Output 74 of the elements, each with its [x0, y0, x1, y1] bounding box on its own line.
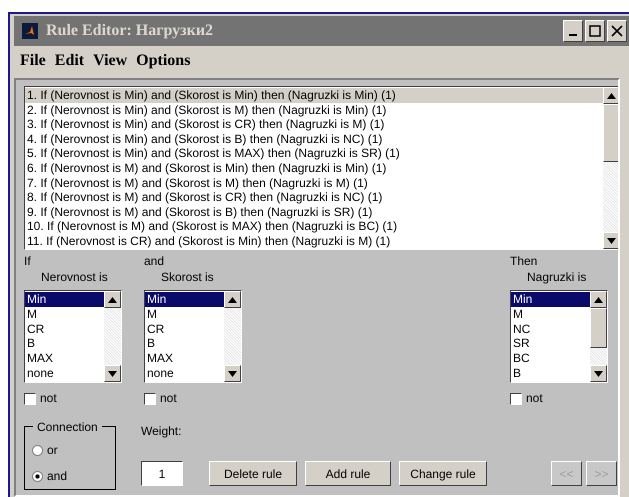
radio-button[interactable]: [32, 444, 43, 456]
list-option[interactable]: MAX: [25, 351, 104, 366]
radio-button[interactable]: [32, 470, 43, 482]
weight-label: Weight:: [141, 423, 182, 440]
list-option[interactable]: Min: [145, 292, 224, 307]
up-arrow-icon: [594, 296, 603, 302]
list-option[interactable]: M: [25, 306, 104, 322]
checkbox-label: not: [40, 391, 57, 406]
variable-label: Nerovnost is: [40, 270, 109, 285]
list-option[interactable]: Min: [511, 292, 590, 307]
rule-row[interactable]: 6. If (Nerovnost is M) and (Skorost is Min) then (Nagruzki is Min) (1): [25, 160, 603, 176]
radio-label: and: [47, 468, 68, 485]
menu-item[interactable]: File: [20, 52, 46, 70]
down-arrow-icon: [607, 238, 616, 244]
menu-item[interactable]: Options: [136, 52, 190, 70]
rule-row[interactable]: 11. If (Nerovnost is CR) and (Skorost is Min) then (Nagruzki is M) (1): [25, 234, 603, 249]
down-arrow-icon: [228, 370, 237, 376]
rule-row[interactable]: 7. If (Nerovnost is M) and (Skorost is M) then (Nagruzki is M) (1): [25, 176, 603, 190]
variable-label: Skorost is: [160, 270, 215, 285]
rule-row[interactable]: 9. If (Nerovnost is M) and (Skorost is B) then (Nagruzki is SR) (1): [25, 204, 603, 220]
maximize-button[interactable]: [585, 20, 605, 42]
rule-row[interactable]: 4. If (Nerovnost is Min) and (Skorost is B) then (Nagruzki is NC) (1): [25, 132, 603, 146]
checkbox-label: not: [160, 391, 177, 406]
list-option[interactable]: CR: [145, 322, 224, 336]
rule-row[interactable]: 10. If (Nerovnost is M) and (Skorost is MAX) then (Nagruzki is BC) (1): [25, 219, 603, 234]
connector-label: If: [24, 254, 32, 269]
window-title: Rule Editor: Нагрузки2: [46, 22, 214, 40]
list-option[interactable]: B: [511, 366, 590, 381]
up-arrow-icon: [607, 92, 616, 98]
down-arrow-icon: [108, 370, 117, 376]
rule-row[interactable]: 1. If (Nerovnost is Min) and (Skorost is Min) then (Nagruzki is Min) (1): [25, 88, 603, 103]
maximize-icon: [589, 25, 601, 37]
list-option[interactable]: NC: [511, 322, 590, 336]
checkbox[interactable]: [144, 392, 156, 404]
list-option[interactable]: BC: [511, 351, 590, 366]
connector-label: Then: [510, 254, 538, 269]
rule-row[interactable]: 5. If (Nerovnost is Min) and (Skorost is MAX) then (Nagruzki is SR) (1): [25, 146, 603, 161]
checkbox-label: not: [526, 391, 543, 406]
list-option[interactable]: M: [511, 306, 590, 322]
weight-field[interactable]: 1: [141, 461, 183, 486]
list-option[interactable]: SR: [511, 336, 590, 352]
scrollbar[interactable]: [603, 87, 618, 249]
rule-row[interactable]: 2. If (Nerovnost is Min) and (Skorost is M) then (Nagruzki is Min) (1): [25, 102, 603, 118]
scrollbar[interactable]: [590, 291, 607, 382]
rule-action-button[interactable]: Change rule: [399, 461, 487, 486]
list-option[interactable]: B: [145, 336, 224, 352]
rule-row[interactable]: 3. If (Nerovnost is Min) and (Skorost is CR) then (Nagruzki is M) (1): [25, 117, 603, 132]
rule-action-button[interactable]: Add rule: [305, 461, 391, 486]
up-arrow-icon: [228, 296, 237, 302]
menu-item[interactable]: Edit: [54, 52, 84, 70]
list-option[interactable]: none: [145, 366, 224, 381]
up-arrow-icon: [108, 296, 117, 302]
rule-row[interactable]: 8. If (Nerovnost is M) and (Skorost is CR) then (Nagruzki is NC) (1): [25, 190, 603, 205]
list-option[interactable]: B: [25, 336, 104, 352]
app-icon: [22, 23, 38, 39]
minimize-button[interactable]: [563, 20, 583, 42]
list-option[interactable]: CR: [25, 322, 104, 336]
scrollbar[interactable]: [224, 291, 241, 382]
down-arrow-icon: [594, 370, 603, 376]
checkbox[interactable]: [24, 392, 36, 404]
close-button[interactable]: [607, 20, 627, 42]
variable-label: Nagruzki is: [526, 270, 588, 285]
connector-label: and: [144, 254, 166, 269]
close-icon: [611, 25, 623, 37]
list-option[interactable]: Min: [25, 292, 104, 307]
scrollbar[interactable]: [104, 291, 121, 382]
rule-action-button[interactable]: Delete rule: [209, 461, 297, 486]
list-option[interactable]: M: [145, 306, 224, 322]
list-option[interactable]: MAX: [145, 351, 224, 366]
radio-label: or: [47, 442, 58, 459]
list-option[interactable]: none: [25, 366, 104, 381]
minimize-icon: [569, 34, 577, 36]
checkbox[interactable]: [510, 392, 522, 404]
menu-item[interactable]: View: [93, 52, 128, 70]
